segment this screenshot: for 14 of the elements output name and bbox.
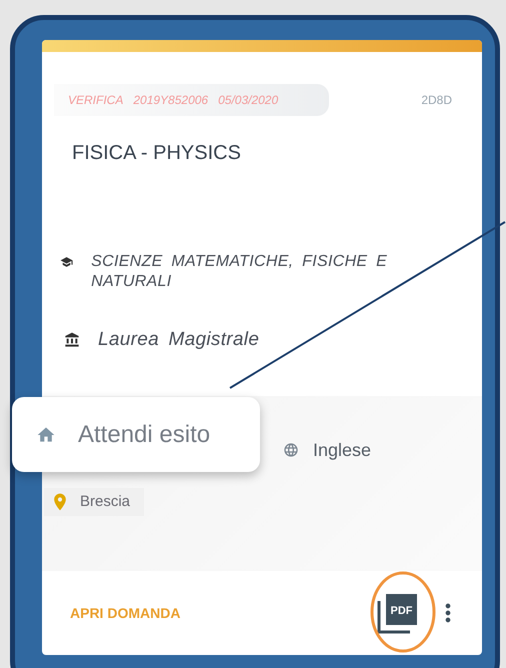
status-chip-text: 2019Y852006	[133, 93, 208, 107]
status-chip-text: 05/03/2020	[218, 93, 278, 107]
location-text: Brescia	[80, 493, 130, 510]
institution-icon	[64, 332, 80, 348]
status-chip-text: VERIFICA	[68, 93, 124, 107]
globe-icon	[283, 442, 299, 458]
language-text: Inglese	[313, 440, 372, 461]
course-title: FISICA - PHYSICS	[71, 141, 242, 166]
status-text: Attendi esito	[78, 420, 210, 448]
home-icon	[36, 424, 56, 444]
graduation-cap-icon	[60, 255, 74, 269]
degree-text: Laurea Magistrale	[98, 328, 260, 352]
card-code: 2D8D	[421, 93, 452, 107]
faculty-text: SCIENZE MATEMATICHE, FISICHE E NATURALI	[91, 252, 388, 292]
